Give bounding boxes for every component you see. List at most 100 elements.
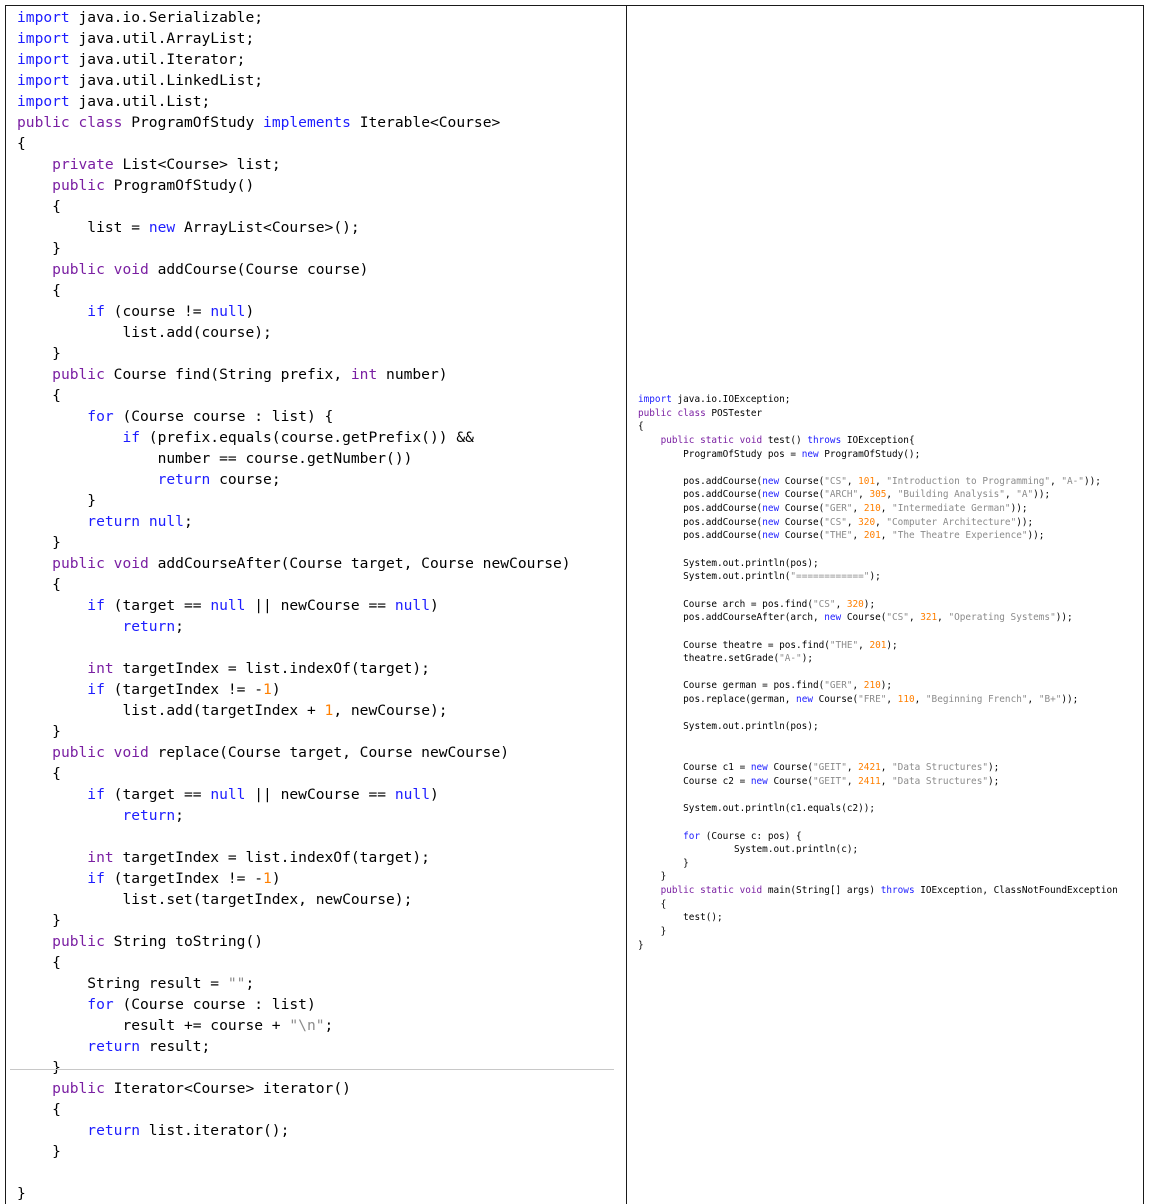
code-text: ) — [430, 597, 439, 614]
code-keyword: return — [122, 618, 176, 635]
code-line: } — [17, 721, 571, 742]
code-keyword: public — [52, 1080, 105, 1097]
code-number: 321 — [920, 612, 938, 624]
code-text: , — [1004, 489, 1017, 501]
code-string: "Data Structures" — [892, 775, 988, 787]
code-text: } — [52, 345, 61, 362]
code-text: ProgramOfStudy() — [104, 177, 255, 194]
code-text: , — [908, 612, 921, 624]
code-keyword: public void — [52, 261, 149, 278]
code-keyword: null — [394, 597, 430, 614]
code-number: 320 — [846, 598, 864, 610]
code-line: if (target == null || newCourse == null) — [17, 784, 571, 805]
code-line: } — [17, 1141, 571, 1162]
code-line: } — [17, 343, 571, 364]
code-text: pos.addCourse( — [683, 475, 763, 487]
code-text: ) — [271, 870, 281, 887]
code-text: java.io.IOException; — [671, 394, 791, 405]
code-text: , — [852, 680, 864, 692]
code-string: "B+" — [1038, 694, 1062, 706]
pos-tester-code: import java.io.IOException; public class … — [638, 393, 1118, 952]
code-text: Course c2 = — [683, 775, 751, 787]
code-string: "Building Analysis" — [897, 489, 1005, 501]
code-number: 320 — [858, 516, 876, 528]
code-text: (targetIndex != - — [104, 681, 264, 698]
code-text: ); — [869, 571, 881, 583]
code-line: for (Course course : list) — [17, 994, 571, 1015]
code-keyword: if — [87, 597, 105, 614]
code-line: public void replace(Course target, Cours… — [17, 742, 571, 763]
code-text: } — [52, 534, 61, 551]
code-string: "A-" — [779, 653, 802, 665]
code-text: )); — [1027, 530, 1045, 542]
code-text: (targetIndex != - — [104, 870, 264, 887]
code-string: "CS" — [812, 598, 836, 610]
code-number: 101 — [858, 475, 876, 487]
code-text: Course( — [767, 762, 813, 774]
code-line: System.out.println(pos); — [638, 720, 1118, 734]
code-text: (Course course : list) { — [113, 408, 334, 425]
code-text: String toString() — [104, 933, 264, 950]
code-line: System.out.println("============"); — [638, 570, 1118, 584]
code-text: java.util.ArrayList; — [69, 30, 255, 47]
code-text: , — [880, 503, 893, 515]
code-line: public ProgramOfStudy() — [17, 175, 571, 196]
code-line: Course c2 = new Course("GEIT", 2411, "Da… — [638, 775, 1118, 789]
code-line: if (prefix.equals(course.getPrefix()) && — [17, 427, 571, 448]
code-text: course; — [210, 471, 281, 488]
code-line: return result; — [17, 1036, 571, 1057]
code-keyword: if — [87, 870, 105, 887]
code-text: result += course + — [122, 1017, 290, 1034]
code-text: ; — [183, 513, 193, 530]
code-text: } — [52, 1059, 61, 1076]
code-text: list.add(course); — [122, 324, 272, 341]
code-text: System.out.println(pos); — [683, 557, 819, 569]
code-text: ); — [880, 680, 893, 692]
code-line: { — [17, 574, 571, 595]
code-text: System.out.println(pos); — [683, 721, 819, 733]
code-keyword: throws — [807, 434, 842, 446]
code-line: { — [17, 196, 571, 217]
code-text: , — [858, 489, 870, 501]
code-text: replace(Course target, Course newCourse) — [148, 744, 510, 761]
code-text: POSTester — [705, 407, 763, 419]
code-text: java.util.Iterator; — [69, 51, 246, 68]
code-text: main(String[] args) — [762, 885, 881, 897]
code-line: } — [638, 857, 1118, 871]
pos-tester-code-pane: import java.io.IOException; public class … — [627, 6, 1143, 1204]
code-text: , — [858, 639, 870, 651]
code-keyword: new — [762, 503, 780, 515]
code-text: ) — [245, 303, 255, 320]
code-keyword: public static void — [660, 434, 763, 446]
code-text: theatre.setGrade( — [683, 653, 780, 665]
code-text: )); — [1083, 475, 1101, 487]
code-text: java.io.Serializable; — [69, 9, 264, 26]
code-keyword: new — [762, 516, 780, 528]
code-text: } — [17, 1185, 26, 1202]
code-text: pos.addCourse( — [683, 489, 763, 501]
code-text: , — [886, 694, 898, 706]
code-text: { — [52, 765, 61, 782]
code-text: } — [52, 240, 61, 257]
code-text: , — [880, 775, 893, 787]
code-line: String result = ""; — [17, 973, 571, 994]
code-string: "A-" — [1061, 475, 1084, 487]
